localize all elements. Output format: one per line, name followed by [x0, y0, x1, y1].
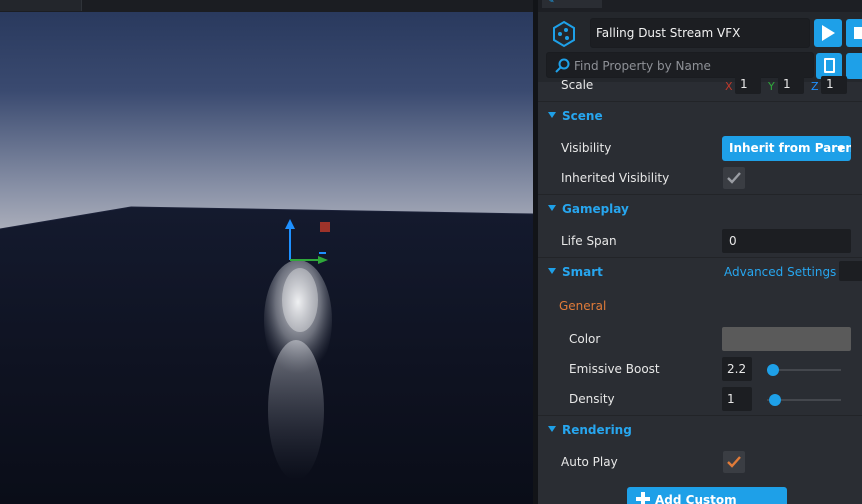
visibility-label: Visibility: [561, 141, 612, 155]
density-row: Density 1: [538, 384, 862, 414]
search-input[interactable]: [574, 57, 804, 75]
color-swatch[interactable]: [722, 327, 851, 351]
visibility-dropdown[interactable]: Inherit from Parent: [722, 136, 851, 161]
object-name-field[interactable]: Falling Dust Stream VFX: [590, 18, 810, 48]
section-rendering[interactable]: Rendering: [538, 415, 862, 443]
document-icon: [824, 58, 835, 73]
stop-icon: [854, 27, 862, 39]
chevron-down-icon: [837, 146, 845, 151]
emissive-boost-row: Emissive Boost 2.2: [538, 354, 862, 384]
inherited-visibility-row: Inherited Visibility: [538, 163, 862, 193]
density-field[interactable]: 1: [722, 387, 752, 411]
checkmark-icon: [727, 172, 741, 184]
properties-tab-icon: ✎: [547, 0, 555, 6]
scale-y-label: Y: [768, 80, 775, 93]
stop-preview-button[interactable]: [846, 19, 862, 47]
scale-y-field[interactable]: 1: [778, 76, 804, 94]
panel-tab-bar: ✎: [538, 0, 862, 12]
visibility-value: Inherit from Parent: [729, 141, 851, 155]
slider-knob[interactable]: [766, 364, 779, 376]
play-icon: [822, 25, 835, 41]
color-label: Color: [569, 332, 601, 346]
advanced-settings-toggle[interactable]: [839, 261, 862, 281]
life-span-field[interactable]: 0: [722, 229, 851, 253]
density-label: Density: [569, 392, 615, 406]
section-scene[interactable]: Scene: [538, 101, 862, 129]
emissive-boost-slider[interactable]: [766, 364, 841, 376]
section-smart[interactable]: Smart Advanced Settings: [538, 257, 862, 285]
plus-icon: [636, 492, 650, 504]
collapse-caret-icon: [548, 205, 556, 211]
collapse-caret-icon: [548, 112, 556, 118]
density-slider[interactable]: [767, 394, 841, 406]
emissive-boost-field[interactable]: 2.2: [722, 357, 752, 381]
section-title: Scene: [562, 109, 603, 123]
auto-play-label: Auto Play: [561, 455, 618, 469]
life-span-label: Life Span: [561, 234, 617, 248]
slider-knob[interactable]: [769, 394, 782, 406]
scale-z-label: Z: [811, 80, 819, 93]
section-title: Gameplay: [562, 202, 629, 216]
transform-gizmo[interactable]: [270, 215, 330, 275]
properties-header: Falling Dust Stream VFX: [538, 12, 862, 82]
properties-panel: ✎ Falling Dust Stream VFX Scale: [538, 0, 862, 504]
visibility-row: Visibility Inherit from Parent: [538, 133, 862, 163]
scene-render: [0, 206, 533, 504]
scale-x-field[interactable]: 1: [735, 76, 761, 94]
section-title: Rendering: [562, 423, 632, 437]
scale-label: Scale: [561, 78, 594, 92]
add-custom-property-label: Add Custom Property: [655, 493, 737, 504]
checkmark-icon: [727, 456, 741, 468]
play-preview-button[interactable]: [814, 19, 842, 47]
copy-button[interactable]: [846, 53, 862, 79]
viewport-toolbar: [0, 0, 533, 12]
section-title: Smart: [562, 265, 603, 279]
inherited-visibility-label: Inherited Visibility: [561, 171, 670, 185]
auto-play-checkbox[interactable]: [723, 451, 745, 473]
scale-z-field[interactable]: 1: [821, 76, 847, 94]
scale-x-label: X: [725, 80, 733, 93]
collapse-caret-icon: [548, 268, 556, 274]
collapse-caret-icon: [548, 426, 556, 432]
emissive-boost-label: Emissive Boost: [569, 362, 660, 376]
color-row: Color: [538, 324, 862, 354]
section-gameplay[interactable]: Gameplay: [538, 194, 862, 222]
group-label-general: General: [559, 299, 607, 313]
viewport-tab[interactable]: [0, 0, 82, 11]
add-custom-property-button[interactable]: Add Custom Property: [627, 487, 787, 504]
vfx-object-icon: [553, 20, 575, 48]
viewport[interactable]: [0, 0, 533, 504]
property-search[interactable]: [546, 52, 814, 78]
search-icon: [555, 58, 570, 73]
auto-play-row: Auto Play: [538, 447, 862, 477]
advanced-settings-link[interactable]: Advanced Settings: [724, 265, 836, 279]
life-span-row: Life Span 0: [538, 226, 862, 256]
inherited-visibility-checkbox: [723, 167, 745, 189]
